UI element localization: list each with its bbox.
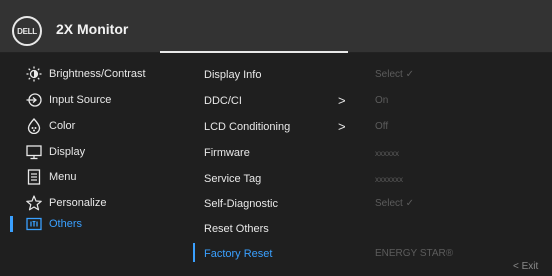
chevron-right-icon: > <box>338 93 346 108</box>
menu-item-label: Others <box>49 218 83 230</box>
menu-item-brightness-contrast[interactable]: Brightness/Contrast <box>10 63 175 85</box>
dell-logo: DELL <box>12 16 42 46</box>
submenu-lcd-conditioning[interactable]: LCD Conditioning <box>204 121 290 133</box>
color-icon <box>26 118 42 134</box>
selected-indicator <box>193 243 195 262</box>
brightness-icon <box>26 66 42 82</box>
dell-logo-text: DELL <box>17 26 37 36</box>
submenu-service-tag[interactable]: Service Tag <box>204 173 261 185</box>
selected-indicator <box>10 216 13 232</box>
menu-item-display[interactable]: Display <box>10 141 175 163</box>
osd-body <box>0 53 552 276</box>
star-icon <box>26 195 42 211</box>
menu-item-personalize[interactable]: Personalize <box>10 192 175 214</box>
menu-item-label: Display <box>49 146 86 158</box>
menu-item-others[interactable]: Others <box>10 213 175 235</box>
service-tag-value: xxxxxxx <box>375 175 403 184</box>
input-source-icon <box>26 92 42 108</box>
energy-star-label: ENERGY STAR® <box>375 248 454 259</box>
menu-item-label: Personalize <box>49 197 107 209</box>
submenu-firmware[interactable]: Firmware <box>204 147 250 159</box>
menu-item-color[interactable]: Color <box>10 115 175 137</box>
others-icon <box>26 216 42 232</box>
self-diagnostic-value: Select ✓ <box>375 198 414 209</box>
osd-header: DELL 2X Monitor <box>0 0 552 53</box>
menu-item-label: Color <box>49 120 76 132</box>
display-info-value: Select ✓ <box>375 69 414 80</box>
menu-item-input-source[interactable]: Input Source <box>10 89 175 111</box>
menu-item-label: Brightness/Contrast <box>49 68 146 80</box>
monitor-title: 2X Monitor <box>56 21 129 37</box>
menu-item-menu[interactable]: Menu <box>10 166 175 188</box>
chevron-right-icon: > <box>338 119 346 134</box>
monitor-osd: DELL 2X Monitor Brightness/Contrast Inpu… <box>0 0 552 276</box>
menu-item-label: Menu <box>49 171 77 183</box>
menu-item-label: Input Source <box>49 94 112 106</box>
display-icon <box>26 144 42 160</box>
submenu-self-diagnostic[interactable]: Self-Diagnostic <box>204 198 278 210</box>
submenu-reset-others[interactable]: Reset Others <box>204 223 269 235</box>
exit-button[interactable]: < Exit <box>513 261 538 272</box>
submenu-display-info[interactable]: Display Info <box>204 69 261 81</box>
lcd-conditioning-value: Off <box>375 121 389 132</box>
menu-icon <box>26 169 42 185</box>
submenu-ddc-ci[interactable]: DDC/CI <box>204 95 242 107</box>
ddc-ci-value: On <box>375 95 389 106</box>
firmware-value: xxxxxx <box>375 149 399 158</box>
submenu-factory-reset[interactable]: Factory Reset <box>204 248 272 260</box>
